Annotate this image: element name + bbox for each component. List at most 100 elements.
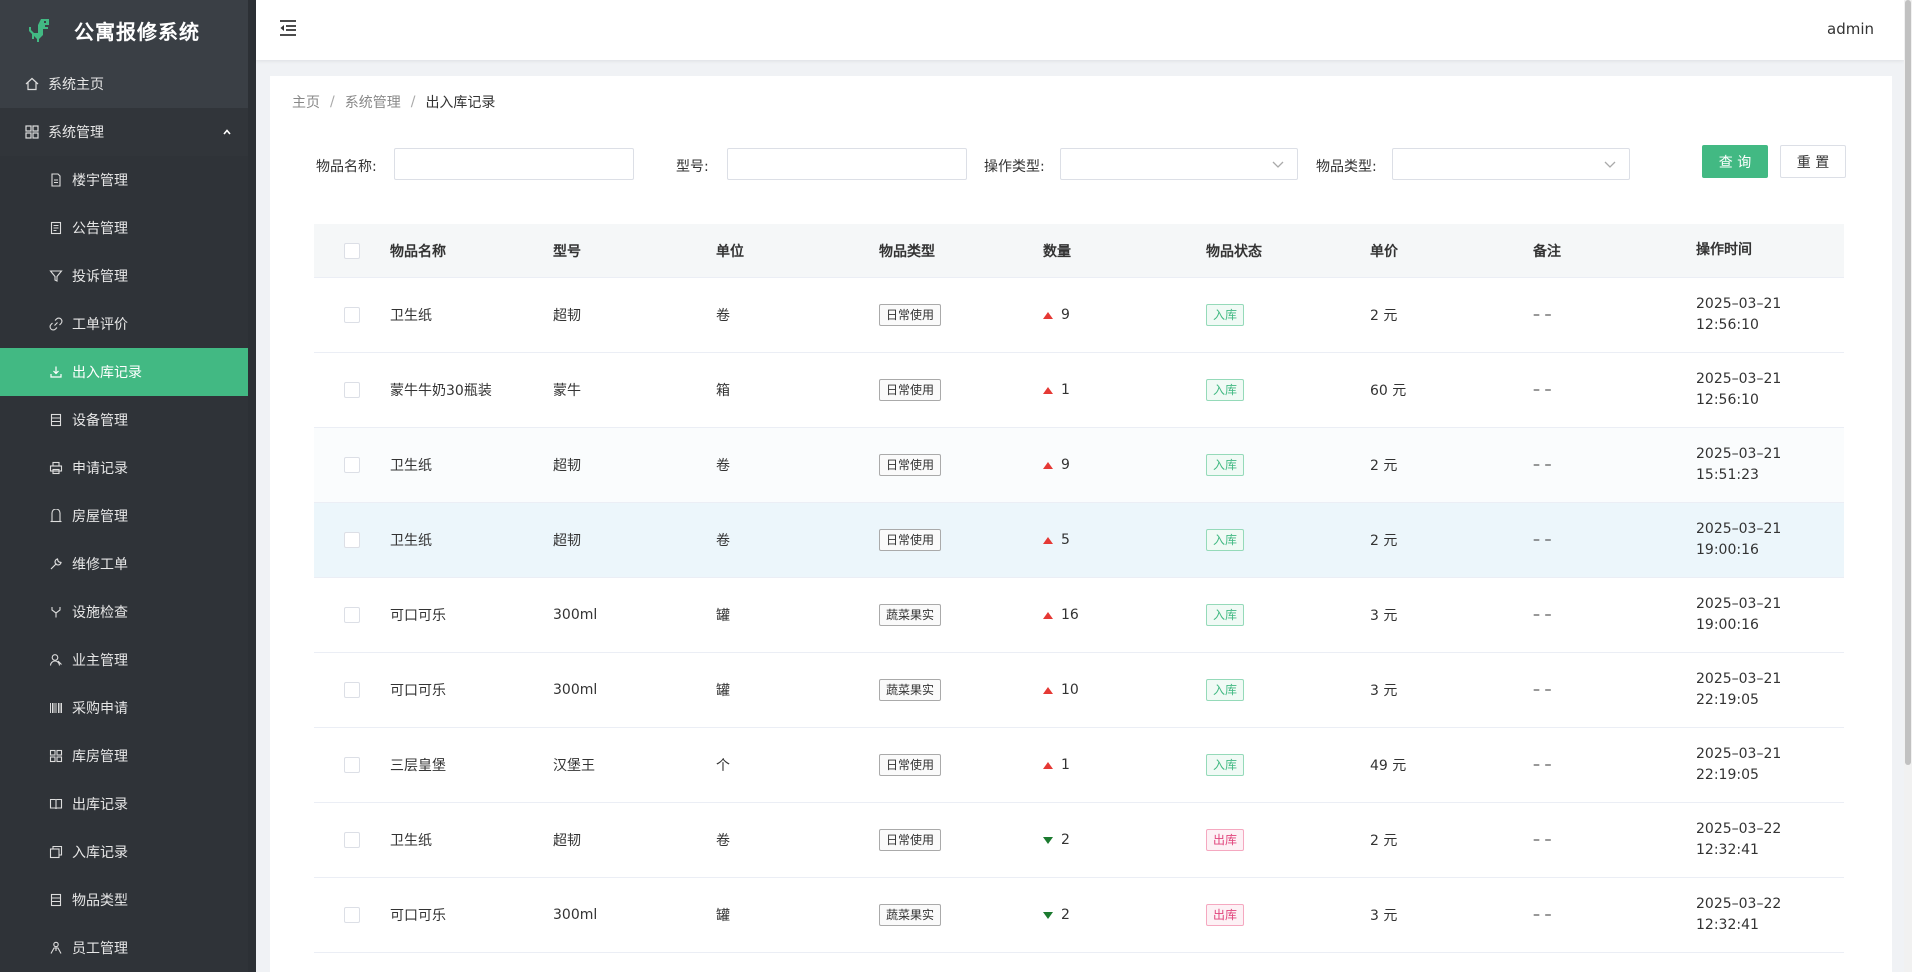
sidebar-item-label: 员工管理 [72, 941, 128, 957]
breadcrumb: 主页 / 系统管理 / 出入库记录 [292, 92, 495, 112]
sidebar-item-warehouse[interactable]: 库房管理 [0, 732, 256, 780]
table-row[interactable]: 可口可乐 300ml 罐 蔬菜果实 2 出库 3 元 – – 2025–03–22 12:32:4… [314, 878, 1844, 953]
sidebar-item-owners[interactable]: 业主管理 [0, 636, 256, 684]
cell-type: 日常使用 [879, 304, 1043, 326]
query-button[interactable]: 查 询 [1702, 145, 1768, 178]
quantity-value: 1 [1061, 757, 1070, 773]
sidebar-item-devices[interactable]: 设备管理 [0, 396, 256, 444]
filter-icon [48, 268, 64, 284]
cell-status: 入库 [1206, 304, 1370, 326]
header-unit: 单位 [716, 243, 744, 260]
sidebar-item-label: 投诉管理 [72, 269, 128, 285]
item-type-tag: 日常使用 [879, 754, 942, 776]
item-type-select[interactable] [1392, 148, 1630, 180]
menu-fold-icon[interactable] [278, 19, 300, 39]
table-row[interactable]: 卫生纸 超韧 卷 日常使用 9 入库 2 元 – – 2025–03–21 15:51:23 [314, 428, 1844, 503]
table-row[interactable]: 蒙牛牛奶30瓶装 蒙牛 箱 日常使用 1 入库 60 元 – – 2025–03–21 12:56… [314, 353, 1844, 428]
list-icon [48, 412, 64, 428]
dinosaur-logo-icon [26, 15, 56, 45]
table-row[interactable]: 卫生纸 超韧 卷 日常使用 9 入库 2 元 – – 2025–03–21 12:56:10 [314, 278, 1844, 353]
time-date: 2025–03–21 [1696, 671, 1782, 687]
sidebar-item-ratings[interactable]: 工单评价 [0, 300, 256, 348]
document-icon [48, 172, 64, 188]
chevron-down-icon [1271, 158, 1285, 174]
sidebar-item-staff[interactable]: 员工管理 [0, 924, 256, 972]
table-row[interactable]: 卫生纸 超韧 卷 日常使用 2 出库 2 元 – – 2025–03–22 12:32:41 [314, 803, 1844, 878]
row-checkbox[interactable] [344, 832, 360, 848]
cell-status: 入库 [1206, 604, 1370, 626]
model-input[interactable] [727, 148, 967, 180]
status-badge: 入库 [1206, 454, 1245, 476]
operation-type-select[interactable] [1060, 148, 1298, 180]
item-name-input[interactable] [394, 148, 634, 180]
cell-name: 卫生纸 [390, 533, 432, 549]
sidebar-item-inbound[interactable]: 入库记录 [0, 828, 256, 876]
header-price: 单价 [1370, 243, 1398, 260]
quantity-value: 16 [1061, 607, 1079, 623]
cell-type: 日常使用 [879, 754, 1043, 776]
cell-type: 蔬菜果实 [879, 604, 1043, 626]
cell-price: 2 元 [1370, 533, 1398, 549]
sidebar-item-home[interactable]: 系统主页 [0, 60, 256, 108]
row-checkbox-cell [314, 907, 390, 923]
sidebar-item-item-types[interactable]: 物品类型 [0, 876, 256, 924]
home-icon [24, 76, 40, 92]
breadcrumb-home[interactable]: 主页 [292, 92, 320, 112]
cell-note: – – [1533, 532, 1552, 548]
row-checkbox[interactable] [344, 682, 360, 698]
breadcrumb-separator: / [330, 94, 335, 110]
sidebar-item-complaints[interactable]: 投诉管理 [0, 252, 256, 300]
quantity-value: 1 [1061, 382, 1070, 398]
sidebar-item-repair-orders[interactable]: 维修工单 [0, 540, 256, 588]
row-checkbox[interactable] [344, 457, 360, 473]
row-checkbox[interactable] [344, 382, 360, 398]
sidebar-item-buildings[interactable]: 楼宇管理 [0, 156, 256, 204]
sidebar-group-system[interactable]: 系统管理 [0, 108, 256, 156]
cell-note: – – [1533, 607, 1552, 623]
table-row[interactable]: 三层皇堡 汉堡王 个 日常使用 1 入库 49 元 – – 2025–03–21 22:19:05 [314, 728, 1844, 803]
header-model: 型号 [553, 243, 581, 260]
row-checkbox[interactable] [344, 907, 360, 923]
sidebar: 公寓报修系统 系统主页 系统管理 楼宇管理 公告管理 投诉管理 工单评价 出入库… [0, 0, 256, 972]
cell-model: 蒙牛 [553, 383, 581, 399]
table-row[interactable]: 可口可乐 300ml 罐 蔬菜果实 16 入库 3 元 – – 2025–03–21 19:00:… [314, 578, 1844, 653]
sidebar-item-houses[interactable]: 房屋管理 [0, 492, 256, 540]
arrow-up-icon [1043, 461, 1053, 469]
cell-quantity: 2 [1043, 907, 1206, 923]
sidebar-item-inout-records[interactable]: 出入库记录 [0, 348, 248, 396]
user-name[interactable]: admin [1827, 20, 1874, 38]
cell-model: 300ml [553, 907, 598, 923]
sidebar-item-applications[interactable]: 申请记录 [0, 444, 256, 492]
cell-type: 日常使用 [879, 529, 1043, 551]
sidebar-submenu: 楼宇管理 公告管理 投诉管理 工单评价 出入库记录 设备管理 申请记录 房屋管理… [0, 156, 256, 972]
reset-button[interactable]: 重 置 [1780, 145, 1846, 178]
select-all-checkbox[interactable] [344, 242, 360, 259]
cell-price: 2 元 [1370, 308, 1398, 324]
time-clock: 19:00:16 [1696, 617, 1759, 633]
table-row[interactable]: 可口可乐 300ml 罐 蔬菜果实 10 入库 3 元 – – 2025–03–21 22:19:… [314, 653, 1844, 728]
time-clock: 12:56:10 [1696, 392, 1759, 408]
sidebar-item-label: 入库记录 [72, 845, 128, 861]
cell-quantity: 1 [1043, 757, 1206, 773]
scrollbar-thumb[interactable] [1905, 0, 1911, 765]
page-scrollbar[interactable] [1904, 0, 1912, 972]
cell-type: 日常使用 [879, 829, 1043, 851]
sidebar-scrollbar[interactable] [248, 0, 256, 972]
wrench-icon [48, 556, 64, 572]
sidebar-item-notices[interactable]: 公告管理 [0, 204, 256, 252]
row-checkbox[interactable] [344, 307, 360, 323]
time-clock: 12:32:41 [1696, 917, 1759, 933]
sidebar-item-purchases[interactable]: 采购申请 [0, 684, 256, 732]
header-time: 操作时间 [1696, 242, 1752, 258]
arrow-up-icon [1043, 611, 1053, 619]
sidebar-item-outbound[interactable]: 出库记录 [0, 780, 256, 828]
notice-icon [48, 220, 64, 236]
cell-note: – – [1533, 682, 1552, 698]
row-checkbox[interactable] [344, 607, 360, 623]
breadcrumb-system[interactable]: 系统管理 [345, 92, 401, 112]
table-row[interactable]: 卫生纸 超韧 卷 日常使用 5 入库 2 元 – – 2025–03–21 19:00:16 [314, 503, 1844, 578]
row-checkbox[interactable] [344, 757, 360, 773]
row-checkbox[interactable] [344, 532, 360, 548]
cell-note: – – [1533, 832, 1552, 848]
sidebar-item-inspections[interactable]: 设施检查 [0, 588, 256, 636]
